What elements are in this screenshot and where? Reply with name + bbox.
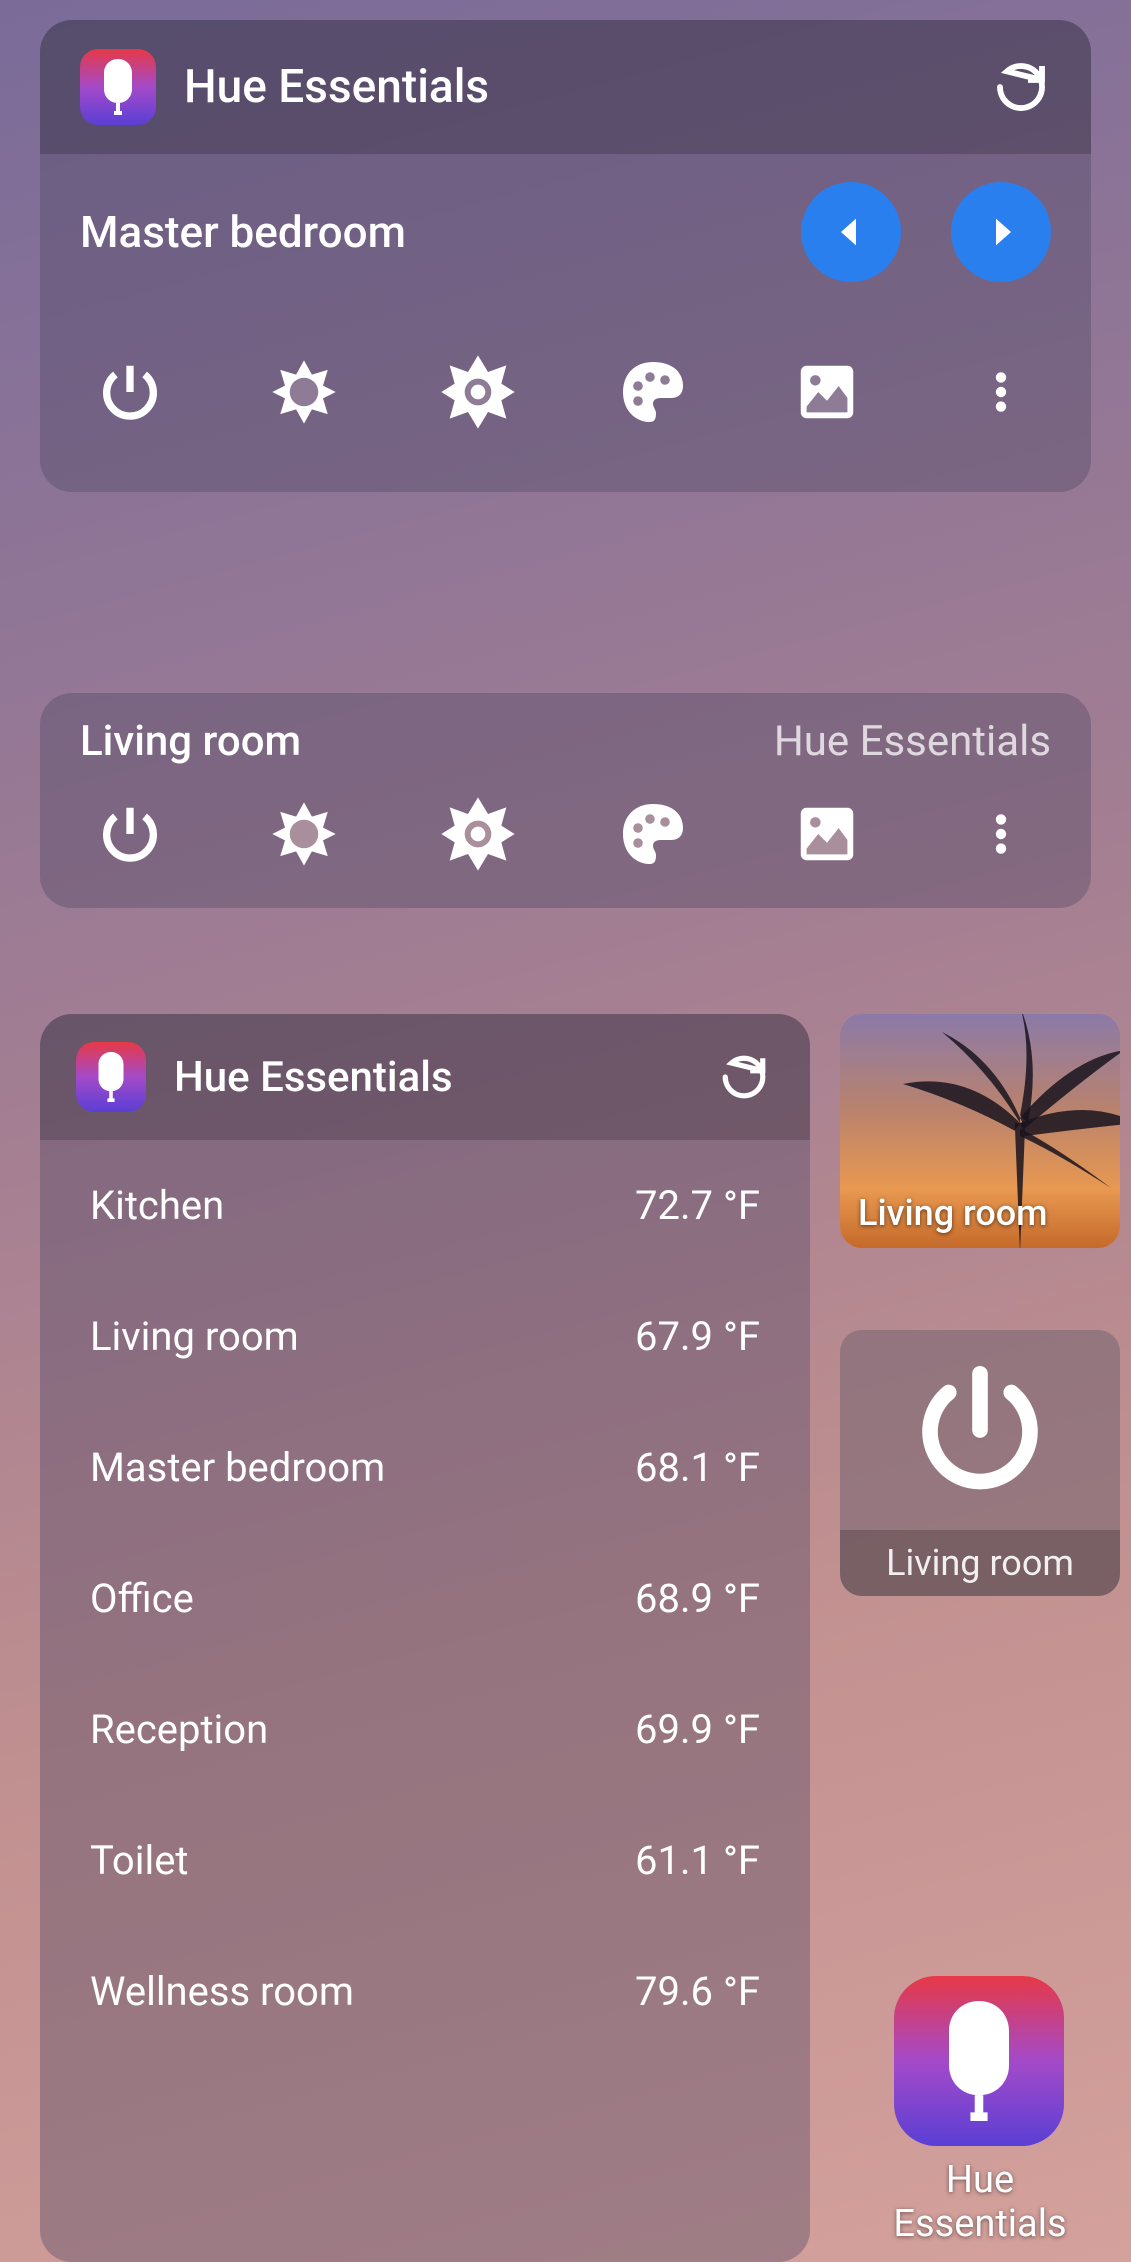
widget-header: Hue Essentials [40, 1014, 810, 1140]
temperature-value: 61.1 °F [635, 1837, 760, 1884]
room-control-widget-small: Living room Hue Essentials [40, 693, 1091, 908]
power-icon [840, 1330, 1120, 1530]
color-button[interactable] [613, 352, 693, 432]
temperature-list: Kitchen72.7 °FLiving room67.9 °FMaster b… [40, 1140, 810, 2057]
widget-title: Hue Essentials [174, 1053, 714, 1102]
temperature-row[interactable]: Master bedroom68.1 °F [40, 1402, 810, 1533]
refresh-button[interactable] [714, 1047, 774, 1107]
temperature-value: 67.9 °F [635, 1313, 760, 1360]
next-room-button[interactable] [951, 182, 1051, 282]
temperature-value: 69.9 °F [635, 1706, 760, 1753]
temperature-row[interactable]: Kitchen72.7 °F [40, 1140, 810, 1271]
control-row [40, 776, 1091, 908]
temperature-value: 68.9 °F [635, 1575, 760, 1622]
room-name: Master bedroom [80, 206, 751, 258]
power-label: Living room [840, 1530, 1120, 1596]
room-selector-row: Master bedroom [40, 154, 1091, 322]
temperature-row[interactable]: Living room67.9 °F [40, 1271, 810, 1402]
widget-header: Living room Hue Essentials [40, 693, 1091, 776]
brightness-high-button[interactable] [438, 352, 518, 432]
more-button[interactable] [961, 352, 1041, 432]
temperature-row[interactable]: Office68.9 °F [40, 1533, 810, 1664]
room-name: Wellness room [90, 1968, 635, 2015]
scene-button[interactable] [787, 794, 867, 874]
temperature-value: 79.6 °F [635, 1968, 760, 2015]
scene-tile[interactable]: Living room [840, 1014, 1120, 1248]
room-name: Reception [90, 1706, 635, 1753]
previous-room-button[interactable] [801, 182, 901, 282]
scene-image: Living room [840, 1014, 1120, 1248]
temperature-row[interactable]: Reception69.9 °F [40, 1664, 810, 1795]
brightness-low-button[interactable] [264, 352, 344, 432]
app-logo-icon [80, 49, 156, 125]
scene-button[interactable] [787, 352, 867, 432]
control-row [40, 322, 1091, 492]
app-shortcut-label: Hue Essentials [855, 2158, 1105, 2246]
app-name-label: Hue Essentials [774, 717, 1051, 766]
room-name: Kitchen [90, 1182, 635, 1229]
power-button[interactable] [90, 352, 170, 432]
color-button[interactable] [613, 794, 693, 874]
more-button[interactable] [961, 794, 1041, 874]
room-name: Living room [90, 1313, 635, 1360]
brightness-low-button[interactable] [264, 794, 344, 874]
temperature-value: 72.7 °F [635, 1182, 760, 1229]
temperature-widget: Hue Essentials Kitchen72.7 °FLiving room… [40, 1014, 810, 2262]
refresh-button[interactable] [991, 57, 1051, 117]
app-shortcut-icon[interactable] [894, 1976, 1064, 2146]
temperature-row[interactable]: Toilet61.1 °F [40, 1795, 810, 1926]
scene-label: Living room [858, 1192, 1048, 1234]
widget-header: Hue Essentials [40, 20, 1091, 154]
room-name: Master bedroom [90, 1444, 635, 1491]
room-name: Toilet [90, 1837, 635, 1884]
room-name: Office [90, 1575, 635, 1622]
widget-title: Hue Essentials [184, 60, 991, 114]
temperature-value: 68.1 °F [635, 1444, 760, 1491]
room-name: Living room [80, 717, 774, 766]
brightness-high-button[interactable] [438, 794, 518, 874]
power-button[interactable] [90, 794, 170, 874]
app-logo-icon [76, 1042, 146, 1112]
temperature-row[interactable]: Wellness room79.6 °F [40, 1926, 810, 2057]
power-tile[interactable]: Living room [840, 1330, 1120, 1596]
room-control-widget-large: Hue Essentials Master bedroom [40, 20, 1091, 492]
